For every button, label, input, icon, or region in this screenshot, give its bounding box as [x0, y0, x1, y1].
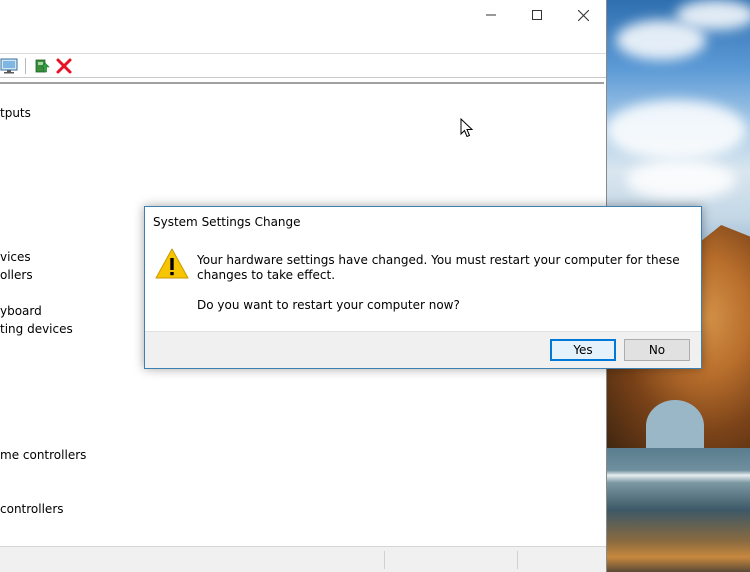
status-separator — [384, 551, 385, 569]
dialog-title: System Settings Change — [153, 215, 301, 229]
uninstall-x-icon — [56, 58, 72, 74]
dialog-message: Your hardware settings have changed. You… — [197, 253, 680, 282]
minimize-button[interactable] — [468, 0, 514, 30]
toolbar — [0, 54, 606, 78]
tree-item[interactable]: me controllers — [0, 448, 86, 462]
close-icon — [577, 9, 589, 21]
toolbar-separator — [25, 58, 26, 74]
tree-item[interactable]: vices — [0, 250, 31, 264]
yes-button[interactable]: Yes — [550, 339, 616, 361]
wallpaper-cloud — [626, 160, 736, 200]
close-button[interactable] — [560, 0, 606, 30]
warning-icon — [155, 248, 189, 279]
wallpaper-arch — [646, 400, 704, 452]
no-button[interactable]: No — [624, 339, 690, 361]
system-settings-change-dialog: System Settings Change Your hardware set… — [144, 206, 702, 369]
maximize-icon — [532, 10, 542, 20]
tree-item[interactable]: tputs — [0, 106, 31, 120]
tree-item[interactable]: controllers — [0, 502, 64, 516]
mouse-cursor-icon — [460, 118, 474, 138]
menu-bar — [0, 32, 606, 54]
tree-item[interactable]: ollers — [0, 268, 33, 282]
wallpaper-sea — [606, 448, 750, 572]
wallpaper-cloud — [606, 100, 746, 160]
maximize-button[interactable] — [514, 0, 560, 30]
tree-item[interactable]: ting devices — [0, 322, 73, 336]
tree-item[interactable]: yboard — [0, 304, 42, 318]
wallpaper-cloud — [676, 0, 750, 30]
dialog-button-bar: Yes No — [145, 331, 701, 368]
update-driver-icon — [35, 59, 50, 73]
scan-hardware-button[interactable] — [0, 57, 18, 75]
uninstall-device-button[interactable] — [55, 57, 73, 75]
status-bar — [0, 546, 606, 572]
status-separator — [517, 551, 518, 569]
update-driver-button[interactable] — [33, 57, 51, 75]
dialog-question: Do you want to restart your computer now… — [197, 298, 460, 312]
minimize-icon — [486, 14, 496, 16]
monitor-scan-icon — [0, 58, 18, 74]
title-bar[interactable] — [0, 0, 606, 32]
